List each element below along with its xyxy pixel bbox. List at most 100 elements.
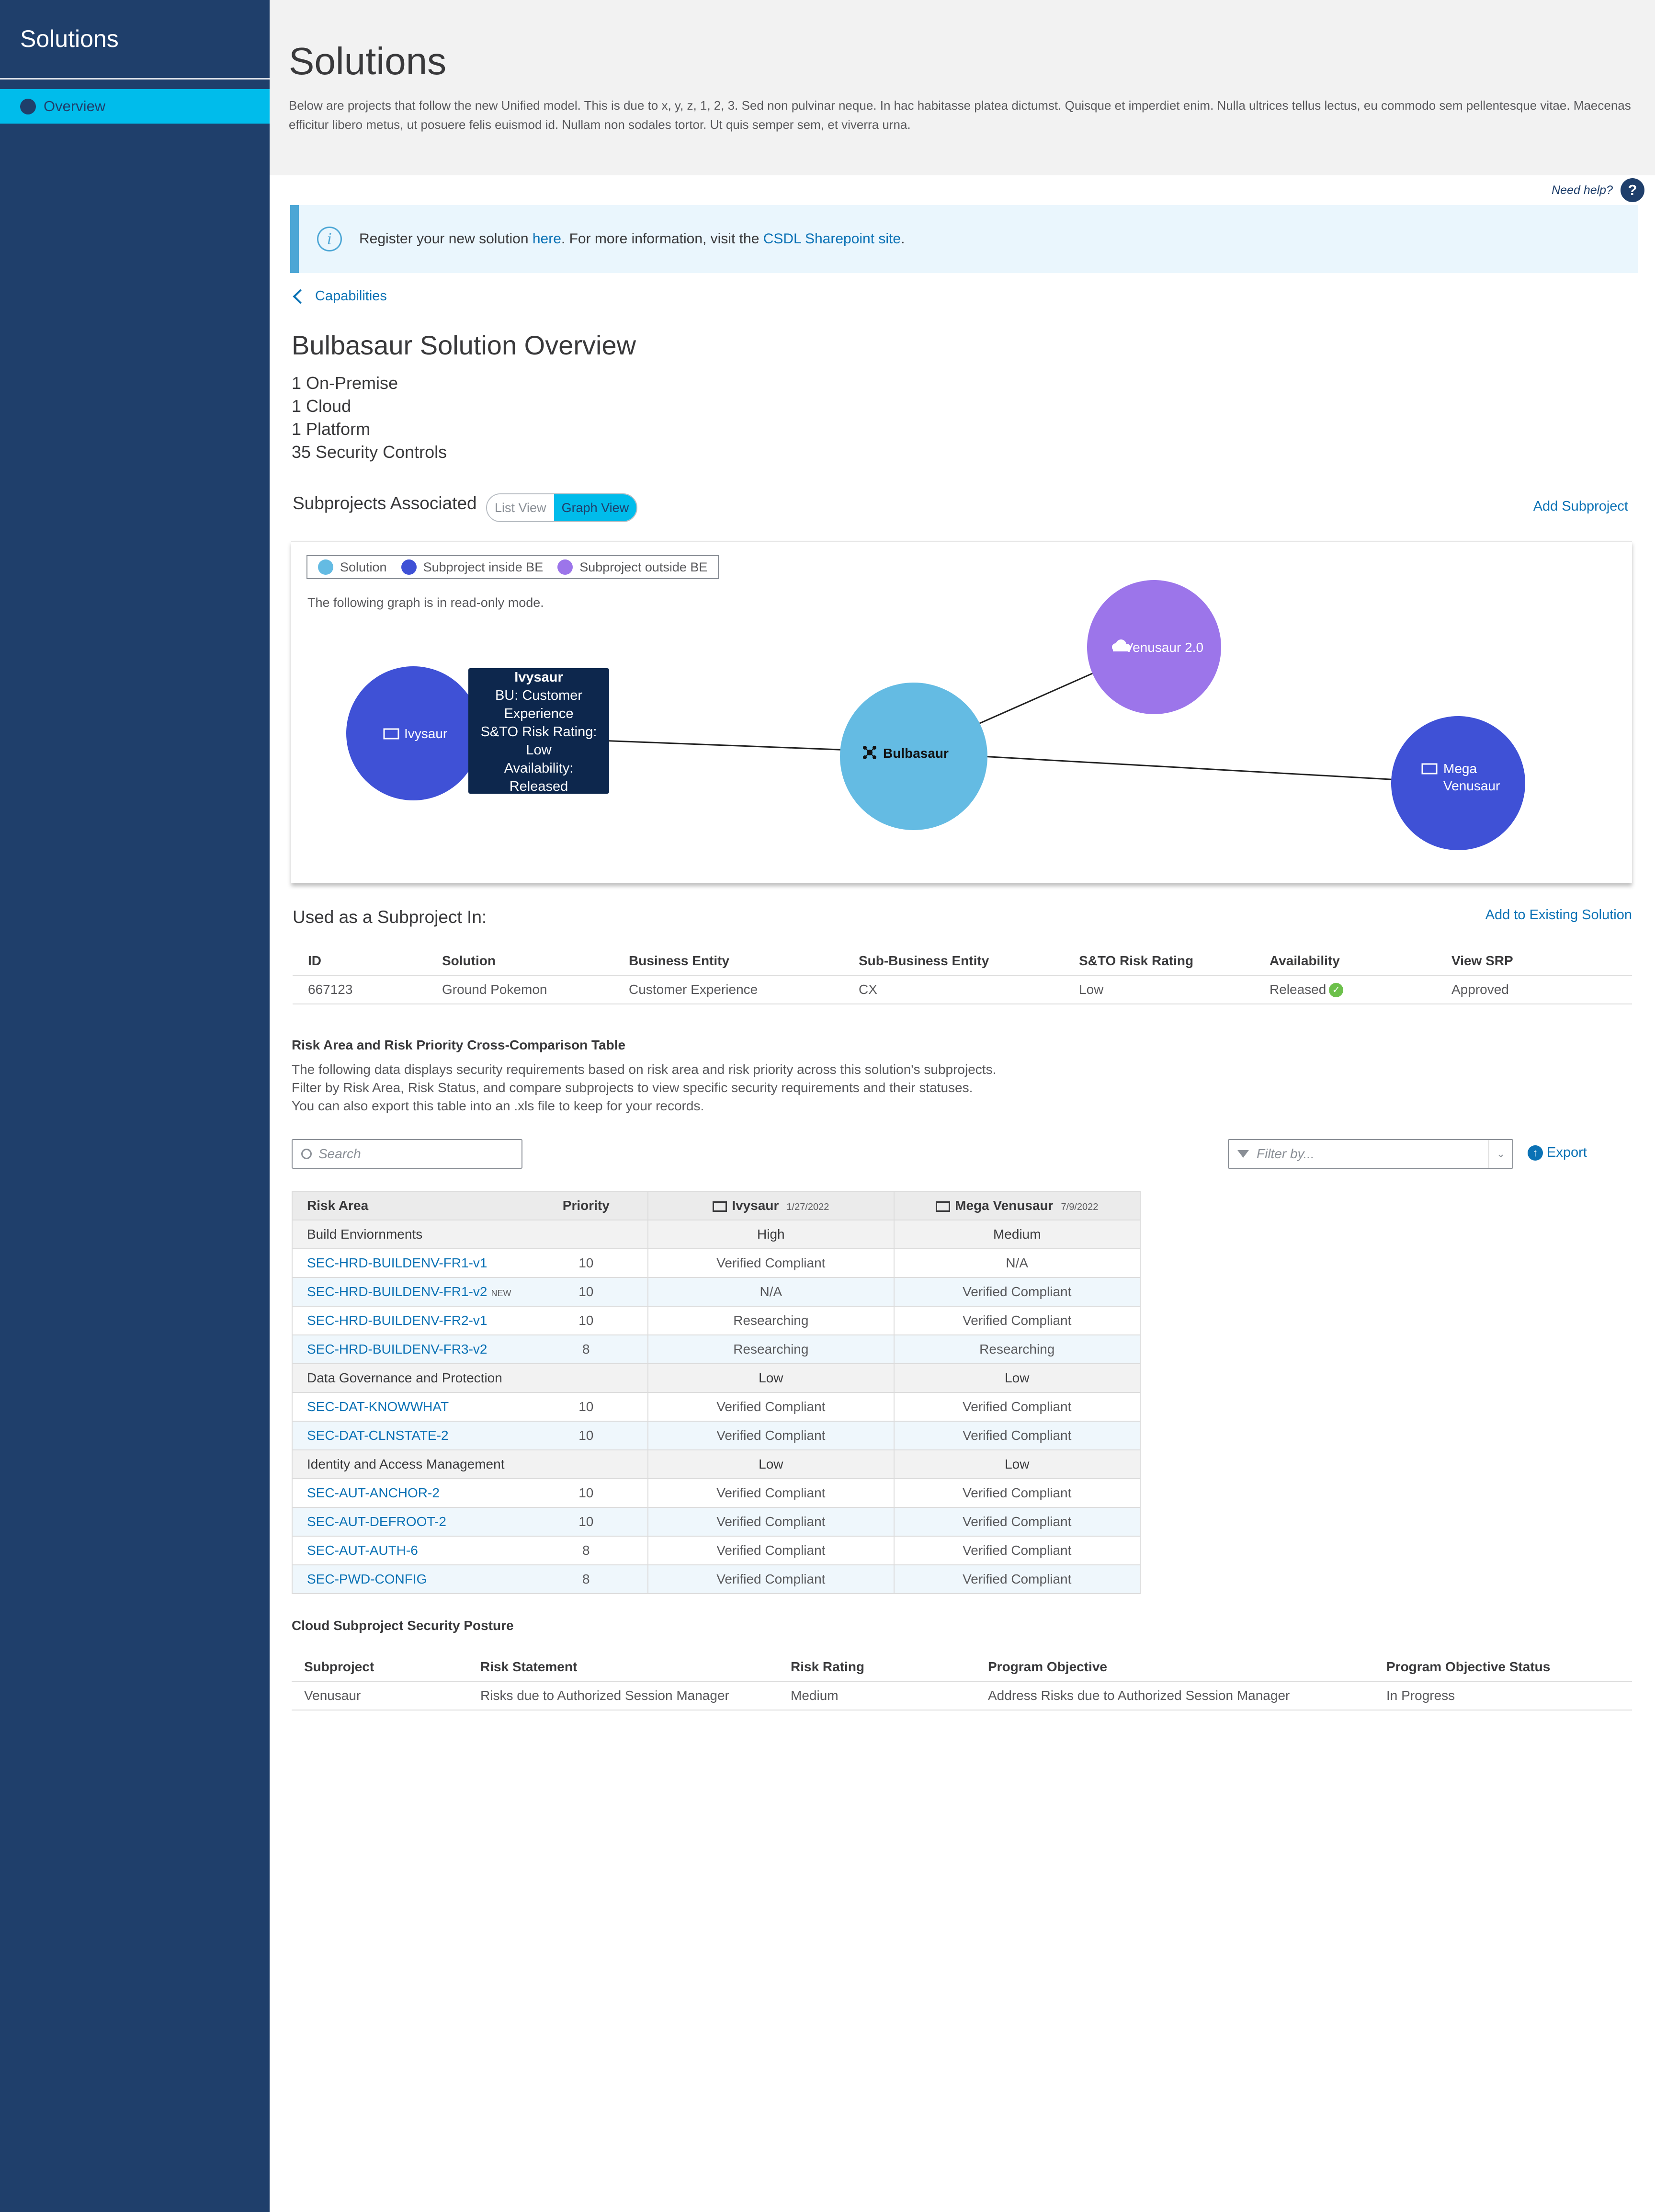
cloud-posture-table: Subproject Risk Statement Risk Rating Pr… <box>292 1653 1632 1710</box>
risk-level: Low <box>647 1450 894 1479</box>
priority-cell: 10 <box>524 1277 648 1307</box>
cell-risk-rating: Low <box>1064 975 1254 1004</box>
cell-subproject: Venusaur <box>292 1681 468 1710</box>
table-row: SEC-DAT-CLNSTATE-2 10 Verified Compliant Ve… <box>292 1421 1140 1450</box>
requirement-link[interactable]: SEC-DAT-CLNSTATE-2 <box>307 1428 449 1443</box>
requirement-cell: SEC-HRD-BUILDENV-FR1-v2 NEW <box>292 1277 525 1307</box>
column-header: Risk Statement <box>468 1653 778 1682</box>
risk-area-name: Identity and Access Management <box>292 1450 525 1479</box>
risk-level: Medium <box>893 1220 1140 1249</box>
status-cell: Verified Compliant <box>893 1479 1140 1508</box>
chevron-down-icon[interactable]: ⌄ <box>1488 1140 1512 1168</box>
requirement-link[interactable]: SEC-PWD-CONFIG <box>307 1572 427 1586</box>
column-header: Program Objective Status <box>1374 1653 1632 1682</box>
search-input[interactable]: Search <box>292 1139 522 1169</box>
risk-area-name: Data Governance and Protection <box>292 1364 525 1393</box>
csdl-sharepoint-link[interactable]: CSDL Sharepoint site <box>763 231 901 247</box>
status-cell: Verified Compliant <box>647 1536 894 1565</box>
back-to-capabilities-link[interactable]: Capabilities <box>291 288 387 304</box>
description-line: Filter by Risk Area, Risk Status, and co… <box>292 1080 973 1095</box>
status-cell: Verified Compliant <box>893 1565 1140 1594</box>
cell-risk-rating: Medium <box>778 1681 975 1710</box>
requirement-link[interactable]: SEC-HRD-BUILDENV-FR1-v1 <box>307 1255 487 1270</box>
subprojects-heading: Subprojects Associated <box>293 493 477 513</box>
monitor-icon <box>936 1201 951 1212</box>
filter-dropdown[interactable]: Filter by... ⌄ <box>1228 1139 1513 1169</box>
table-row: SEC-HRD-BUILDENV-FR1-v2 NEW 10 N/A Verified … <box>292 1277 1140 1307</box>
requirement-cell: SEC-HRD-BUILDENV-FR2-v1 <box>292 1306 525 1335</box>
graph-view-button[interactable]: Graph View <box>554 494 637 521</box>
graph-card: Solution Subproject inside BE Subproject… <box>291 541 1632 883</box>
risk-table-body: Build Enviornments High Medium SEC-HRD-BUIL… <box>292 1220 1140 1594</box>
requirement-link[interactable]: SEC-AUT-ANCHOR-2 <box>307 1485 440 1500</box>
view-toggle: List View Graph View <box>486 493 638 522</box>
requirement-link[interactable]: SEC-HRD-BUILDENV-FR1-v2 <box>307 1284 487 1299</box>
sidebar-item-overview[interactable]: Overview <box>0 89 270 124</box>
column-header-mega-venusaur: Mega Venusaur 7/9/2022 <box>893 1191 1140 1220</box>
table-row: SEC-AUT-AUTH-6 8 Verified Compliant Verifie… <box>292 1536 1140 1565</box>
availability-label: Released <box>1270 981 1326 997</box>
list-view-button[interactable]: List View <box>487 494 554 521</box>
requirement-link[interactable]: SEC-AUT-AUTH-6 <box>307 1543 418 1558</box>
risk-level: Low <box>893 1364 1140 1393</box>
subproject-date: 1/27/2022 <box>786 1202 829 1212</box>
overview-stats: 1 On-Premise 1 Cloud 1 Platform 35 Secur… <box>292 372 447 464</box>
priority-cell: 10 <box>524 1249 648 1278</box>
banner-middle: . For more information, visit the <box>561 231 763 247</box>
register-here-link[interactable]: here <box>533 231 561 247</box>
add-to-existing-solution-link[interactable]: Add to Existing Solution <box>1485 907 1632 923</box>
view-srp-link[interactable]: Approved <box>1436 975 1632 1004</box>
priority-cell: 10 <box>524 1421 648 1450</box>
circle-icon <box>20 98 36 114</box>
add-subproject-link[interactable]: Add Subproject <box>1533 499 1628 514</box>
subproject-name: Mega Venusaur <box>955 1198 1054 1213</box>
status-cell: Verified Compliant <box>893 1306 1140 1335</box>
divider <box>0 78 270 80</box>
status-cell: Verified Compliant <box>647 1479 894 1508</box>
priority-cell: 10 <box>524 1306 648 1335</box>
requirement-cell: SEC-PWD-CONFIG <box>292 1565 525 1594</box>
requirement-cell: SEC-HRD-BUILDENV-FR3-v2 <box>292 1335 525 1364</box>
sidebar-item-label: Overview <box>44 98 106 114</box>
question-icon[interactable]: ? <box>1621 178 1644 202</box>
requirement-link[interactable]: SEC-HRD-BUILDENV-FR3-v2 <box>307 1342 487 1357</box>
node-tooltip: Ivysaur BU: Customer Experience S&TO Ris… <box>468 668 609 794</box>
sidebar: Solutions Overview <box>0 0 270 2212</box>
risk-statement-link[interactable]: Risks due to Authorized Session Manager <box>468 1681 778 1710</box>
export-button[interactable]: ↑ Export <box>1528 1145 1587 1161</box>
column-header-priority: Priority <box>524 1191 648 1220</box>
sidebar-brand: Solutions <box>20 25 119 52</box>
cell-id: 667123 <box>293 975 427 1004</box>
status-cell: Verified Compliant <box>893 1421 1140 1450</box>
used-in-table: ID Solution Business Entity Sub-Business… <box>293 946 1632 1004</box>
table-header-row: ID Solution Business Entity Sub-Business… <box>293 946 1632 976</box>
table-row: SEC-HRD-BUILDENV-FR3-v2 8 Researching Resea… <box>292 1335 1140 1364</box>
tooltip-line: BU: Customer <box>495 688 583 703</box>
cell-availability: Released ✓ <box>1254 975 1436 1004</box>
priority-cell: 10 <box>524 1479 648 1508</box>
requirement-cell: SEC-DAT-CLNSTATE-2 <box>292 1421 525 1450</box>
page-header: Solutions Below are projects that follow… <box>270 0 1655 175</box>
info-banner: i Register your new solution here. For m… <box>290 205 1638 273</box>
cloud-posture-title: Cloud Subproject Security Posture <box>292 1618 514 1633</box>
priority-cell <box>524 1220 648 1249</box>
status-cell: N/A <box>647 1277 894 1307</box>
status-cell: Verified Compliant <box>647 1565 894 1594</box>
priority-cell: 8 <box>524 1536 648 1565</box>
subproject-date: 7/9/2022 <box>1061 1202 1099 1212</box>
risk-area-group-row: Build Enviornments High Medium <box>292 1220 1140 1249</box>
program-objective-link[interactable]: Address Risks due to Authorized Session … <box>975 1681 1374 1710</box>
solution-link[interactable]: Ground Pokemon <box>427 975 613 1004</box>
tooltip-line: Experience <box>504 706 574 721</box>
export-label: Export <box>1547 1145 1587 1160</box>
requirement-link[interactable]: SEC-HRD-BUILDENV-FR2-v1 <box>307 1313 487 1328</box>
filter-icon <box>1237 1150 1249 1158</box>
requirement-link[interactable]: SEC-AUT-DEFROOT-2 <box>307 1514 446 1529</box>
priority-cell: 8 <box>524 1565 648 1594</box>
graph-edge <box>913 752 1459 784</box>
requirement-link[interactable]: SEC-DAT-KNOWWHAT <box>307 1399 449 1414</box>
page-description: Below are projects that follow the new U… <box>289 98 1631 132</box>
column-header-risk-area: Risk Area <box>292 1191 525 1220</box>
need-help-link[interactable]: Need help? ? <box>1552 178 1644 202</box>
column-header: Subproject <box>292 1653 468 1682</box>
